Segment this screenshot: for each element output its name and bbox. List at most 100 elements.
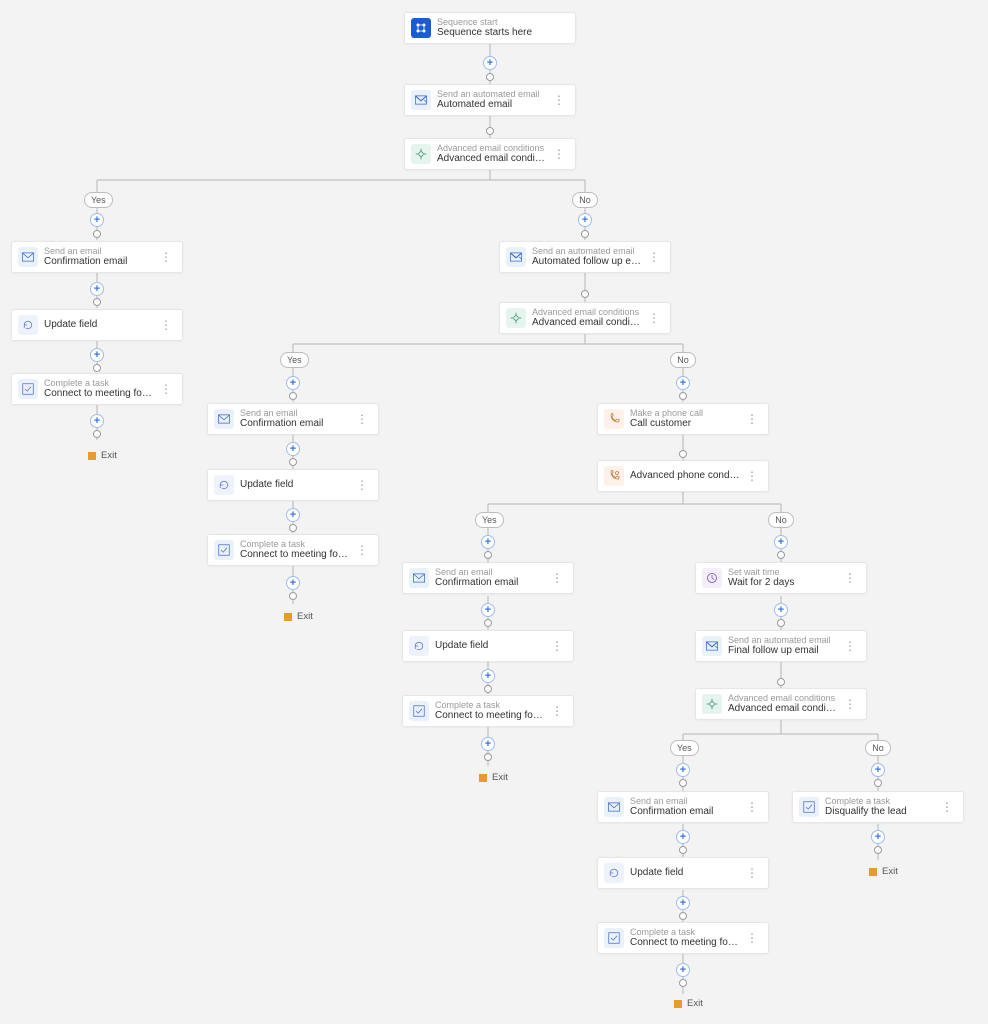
add-step-button[interactable]: + bbox=[483, 56, 497, 70]
node-task-demo[interactable]: Complete a task Connect to meeting for p… bbox=[597, 922, 769, 954]
node-task-demo[interactable]: Complete a task Connect to meeting for p… bbox=[207, 534, 379, 566]
add-step-button[interactable]: + bbox=[676, 830, 690, 844]
node-title: Automated email bbox=[437, 99, 547, 111]
node-title: Advanced phone condition bbox=[630, 470, 740, 482]
node-title: Connect to meeting for product demo r... bbox=[630, 937, 740, 949]
email-icon bbox=[18, 247, 38, 267]
node-condition-2[interactable]: Advanced email conditions Advanced email… bbox=[499, 302, 671, 334]
node-automated-followup[interactable]: Send an automated email Automated follow… bbox=[499, 241, 671, 273]
add-step-button[interactable]: + bbox=[676, 763, 690, 777]
exit-icon bbox=[479, 774, 487, 782]
add-step-button[interactable]: + bbox=[90, 348, 104, 362]
node-phone-condition[interactable]: Advanced phone condition ⋮ bbox=[597, 460, 769, 492]
add-step-button[interactable]: + bbox=[774, 603, 788, 617]
node-menu-button[interactable]: ⋮ bbox=[744, 470, 760, 482]
node-menu-button[interactable]: ⋮ bbox=[549, 640, 565, 652]
node-task-demo[interactable]: Complete a task Connect to meeting for p… bbox=[402, 695, 574, 727]
node-menu-button[interactable]: ⋮ bbox=[551, 94, 567, 106]
node-menu-button[interactable]: ⋮ bbox=[549, 572, 565, 584]
node-update-field[interactable]: Update field ⋮ bbox=[597, 857, 769, 889]
add-step-button[interactable]: + bbox=[481, 603, 495, 617]
node-start[interactable]: Sequence start Sequence starts here bbox=[404, 12, 576, 44]
node-automated-email[interactable]: Send an automated email Automated email … bbox=[404, 84, 576, 116]
node-type-label: Send an automated email bbox=[532, 246, 642, 256]
node-final-followup[interactable]: Send an automated email Final follow up … bbox=[695, 630, 867, 662]
add-step-button[interactable]: + bbox=[481, 669, 495, 683]
node-title: Sequence starts here bbox=[437, 27, 567, 39]
node-task-disqualify[interactable]: Complete a task Disqualify the lead ⋮ bbox=[792, 791, 964, 823]
node-menu-button[interactable]: ⋮ bbox=[744, 413, 760, 425]
node-menu-button[interactable]: ⋮ bbox=[646, 312, 662, 324]
node-menu-button[interactable]: ⋮ bbox=[744, 801, 760, 813]
node-condition-3[interactable]: Advanced email conditions Advanced email… bbox=[695, 688, 867, 720]
branch-no[interactable]: No bbox=[865, 740, 891, 756]
automated-email-icon bbox=[506, 247, 526, 267]
add-step-button[interactable]: + bbox=[676, 963, 690, 977]
add-step-button[interactable]: + bbox=[286, 442, 300, 456]
node-wait[interactable]: Set wait time Wait for 2 days ⋮ bbox=[695, 562, 867, 594]
add-step-button[interactable]: + bbox=[481, 535, 495, 549]
node-menu-button[interactable]: ⋮ bbox=[158, 319, 174, 331]
node-email-confirmation[interactable]: Send an email Confirmation email ⋮ bbox=[402, 562, 574, 594]
node-task-demo[interactable]: Complete a task Connect to meeting for p… bbox=[11, 373, 183, 405]
email-icon bbox=[214, 409, 234, 429]
node-condition-1[interactable]: Advanced email conditions Advanced email… bbox=[404, 138, 576, 170]
branch-no[interactable]: No bbox=[572, 192, 598, 208]
node-email-confirmation[interactable]: Send an email Confirmation email ⋮ bbox=[597, 791, 769, 823]
node-title: Update field bbox=[435, 640, 545, 652]
node-type-label: Send an email bbox=[44, 246, 154, 256]
node-menu-button[interactable]: ⋮ bbox=[842, 572, 858, 584]
node-menu-button[interactable]: ⋮ bbox=[646, 251, 662, 263]
node-menu-button[interactable]: ⋮ bbox=[354, 479, 370, 491]
node-menu-button[interactable]: ⋮ bbox=[842, 640, 858, 652]
node-menu-button[interactable]: ⋮ bbox=[354, 544, 370, 556]
add-step-button[interactable]: + bbox=[871, 763, 885, 777]
task-icon bbox=[409, 701, 429, 721]
add-step-button[interactable]: + bbox=[90, 414, 104, 428]
connector-dot bbox=[777, 551, 785, 559]
branch-yes[interactable]: Yes bbox=[84, 192, 113, 208]
branch-no[interactable]: No bbox=[768, 512, 794, 528]
node-menu-button[interactable]: ⋮ bbox=[744, 867, 760, 879]
node-menu-button[interactable]: ⋮ bbox=[354, 413, 370, 425]
node-menu-button[interactable]: ⋮ bbox=[744, 932, 760, 944]
condition-icon bbox=[411, 144, 431, 164]
branch-yes[interactable]: Yes bbox=[670, 740, 699, 756]
node-menu-button[interactable]: ⋮ bbox=[551, 148, 567, 160]
add-step-button[interactable]: + bbox=[286, 376, 300, 390]
add-step-button[interactable]: + bbox=[774, 535, 788, 549]
task-icon bbox=[214, 540, 234, 560]
update-field-icon bbox=[409, 636, 429, 656]
node-menu-button[interactable]: ⋮ bbox=[939, 801, 955, 813]
node-email-confirmation[interactable]: Send an email Confirmation email ⋮ bbox=[11, 241, 183, 273]
add-step-button[interactable]: + bbox=[676, 896, 690, 910]
node-type-label: Advanced email conditions bbox=[728, 693, 838, 703]
add-step-button[interactable]: + bbox=[286, 576, 300, 590]
node-update-field[interactable]: Update field ⋮ bbox=[11, 309, 183, 341]
branch-yes[interactable]: Yes bbox=[475, 512, 504, 528]
add-step-button[interactable]: + bbox=[481, 737, 495, 751]
node-menu-button[interactable]: ⋮ bbox=[158, 251, 174, 263]
add-step-button[interactable]: + bbox=[90, 282, 104, 296]
branch-yes[interactable]: Yes bbox=[280, 352, 309, 368]
branch-no[interactable]: No bbox=[670, 352, 696, 368]
node-phone-call[interactable]: Make a phone call Call customer ⋮ bbox=[597, 403, 769, 435]
node-menu-button[interactable]: ⋮ bbox=[158, 383, 174, 395]
add-step-button[interactable]: + bbox=[286, 508, 300, 522]
sequence-canvas[interactable]: Sequence start Sequence starts here + Se… bbox=[0, 0, 988, 1024]
add-step-button[interactable]: + bbox=[90, 213, 104, 227]
node-menu-button[interactable]: ⋮ bbox=[842, 698, 858, 710]
node-update-field[interactable]: Update field ⋮ bbox=[402, 630, 574, 662]
wait-icon bbox=[702, 568, 722, 588]
node-type-label: Send an automated email bbox=[728, 635, 838, 645]
add-step-button[interactable]: + bbox=[578, 213, 592, 227]
connector-dot bbox=[289, 524, 297, 532]
node-title: Confirmation email bbox=[630, 806, 740, 818]
connector-dot bbox=[93, 430, 101, 438]
node-email-confirmation[interactable]: Send an email Confirmation email ⋮ bbox=[207, 403, 379, 435]
condition-icon bbox=[506, 308, 526, 328]
node-update-field[interactable]: Update field ⋮ bbox=[207, 469, 379, 501]
add-step-button[interactable]: + bbox=[676, 376, 690, 390]
node-menu-button[interactable]: ⋮ bbox=[549, 705, 565, 717]
add-step-button[interactable]: + bbox=[871, 830, 885, 844]
